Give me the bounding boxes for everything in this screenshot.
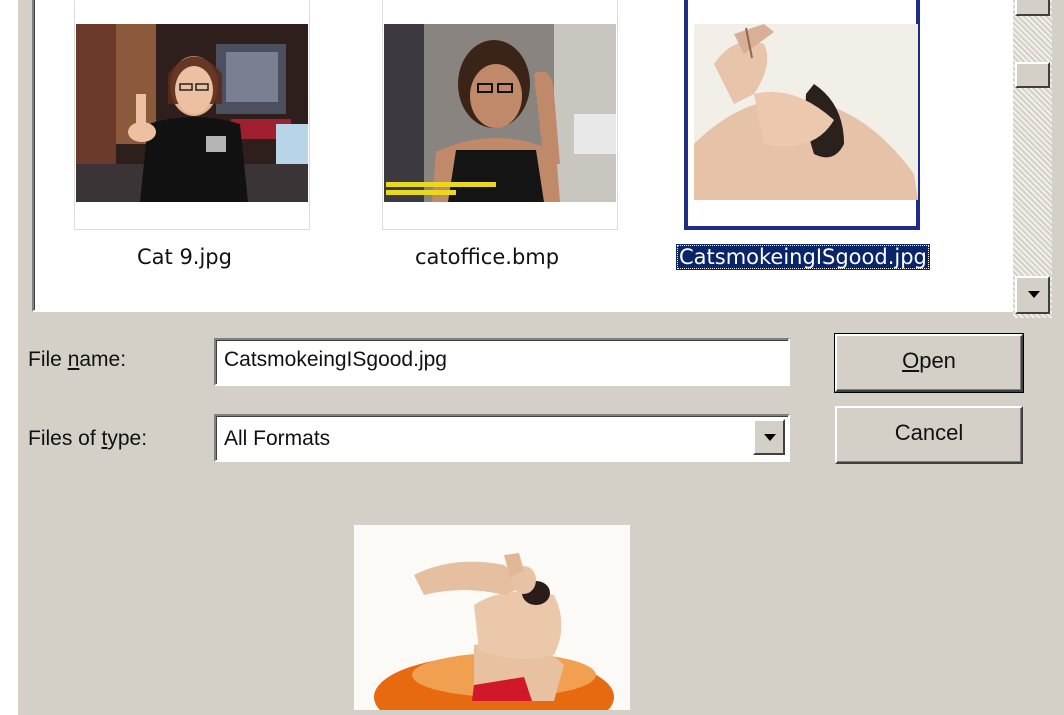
scroll-thumb[interactable] xyxy=(1015,62,1050,88)
open-file-dialog: Cat 9.jpg catoffice.bmp CatsmokeingISgoo… xyxy=(18,0,1064,715)
thumbnail-frame[interactable] xyxy=(382,0,618,230)
cancel-button[interactable]: Cancel xyxy=(835,406,1023,464)
thumbnail-image xyxy=(76,24,308,202)
dropdown-arrow-icon xyxy=(764,434,776,441)
open-button-label: Open xyxy=(902,348,956,373)
thumbnail-frame[interactable] xyxy=(74,0,310,230)
file-name-label[interactable]: Cat 9.jpg xyxy=(134,244,235,270)
image-preview xyxy=(354,525,630,710)
scroll-up-button-partial[interactable] xyxy=(1015,0,1050,16)
thumbnail-frame-selected[interactable] xyxy=(684,0,920,230)
scroll-down-arrow-icon xyxy=(1028,291,1040,298)
file-item-catoffice[interactable]: catoffice.bmp xyxy=(382,0,672,290)
file-type-label-text: Files of type: xyxy=(28,427,148,450)
file-name-label-selected[interactable]: CatsmokeingISgood.jpg xyxy=(676,244,930,270)
file-thumbnail-list[interactable]: Cat 9.jpg catoffice.bmp CatsmokeingISgoo… xyxy=(32,0,1027,312)
file-type-select[interactable]: All Formats xyxy=(214,414,790,462)
file-item-cat-9[interactable]: Cat 9.jpg xyxy=(72,0,362,290)
vertical-scrollbar[interactable] xyxy=(1013,0,1052,318)
file-name-label[interactable]: catoffice.bmp xyxy=(412,244,562,270)
file-type-value: All Formats xyxy=(224,427,331,450)
cancel-button-label: Cancel xyxy=(894,420,964,445)
file-type-dropdown-button[interactable] xyxy=(753,419,785,455)
file-name-input[interactable]: CatsmokeingISgood.jpg xyxy=(214,338,790,386)
open-button[interactable]: Open xyxy=(834,333,1024,393)
scroll-down-button[interactable] xyxy=(1015,276,1050,314)
file-item-catsmokeing[interactable]: CatsmokeingISgood.jpg xyxy=(676,0,974,290)
file-name-label-text: File name: xyxy=(28,348,127,371)
thumbnail-image xyxy=(384,24,616,202)
thumbnail-image xyxy=(694,24,918,200)
